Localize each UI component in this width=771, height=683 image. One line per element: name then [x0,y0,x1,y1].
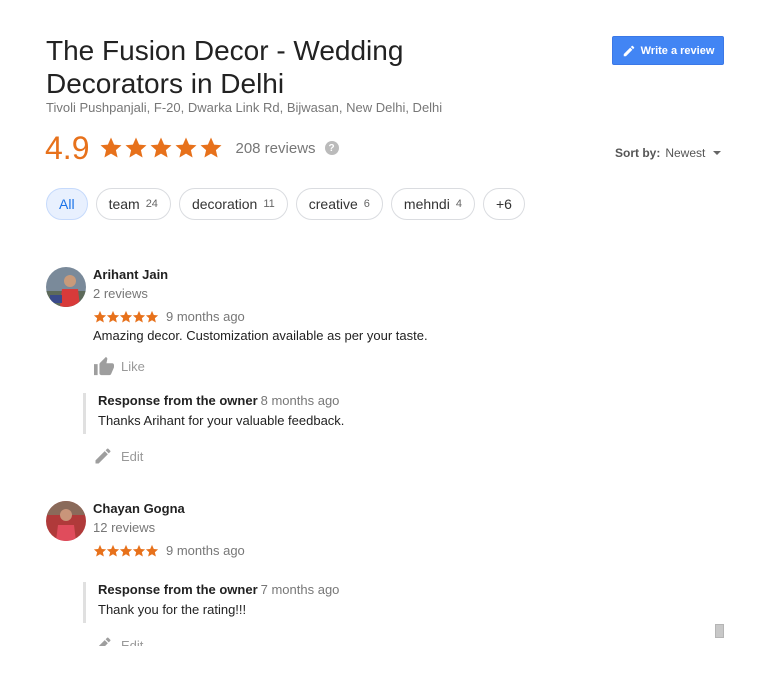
edit-label: Edit [121,448,144,464]
star-icon [145,544,159,557]
star-icon [200,137,222,158]
reviewer-name[interactable]: Chayan Gogna [93,501,713,516]
review-stars [93,310,159,324]
star-icon [150,137,172,158]
write-review-button[interactable]: Write a review [612,36,724,65]
star-icon [106,310,120,323]
place-title: The Fusion Decor - Wedding Decorators in… [46,35,404,99]
star-icon [93,310,107,323]
chip-count: 24 [145,198,158,210]
owner-response-title: Response from the owner [98,393,258,408]
rating-stars [99,136,223,160]
review-time: 9 months ago [166,309,245,324]
star-icon [132,544,146,557]
chip-label: All [59,196,75,212]
star-icon [119,310,133,323]
reviewer-review-count: 2 reviews [93,286,148,301]
chip-all[interactable]: All [46,188,88,220]
caret-down-icon [713,151,722,155]
owner-response-text: Thank you for the rating!!! [98,602,247,617]
owner-response-time: 7 months ago [260,582,340,597]
rating-summary: 4.9 208 reviews ? [45,130,339,166]
edit-response-button[interactable]: Edit [93,446,713,466]
star-icon [125,137,147,158]
scrollbar-thumb[interactable] [715,624,724,638]
list-cutoff [0,646,771,683]
star-icon [132,310,146,323]
owner-response-text: Thanks Arihant for your valuable feedbac… [98,413,345,428]
chip-label: +6 [495,196,512,212]
owner-response-time: 8 months ago [260,393,340,408]
chip-team[interactable]: team 24 [95,188,171,220]
like-button[interactable]: Like [93,356,713,376]
sort-value: Newest [665,146,706,160]
star-icon [100,137,122,158]
write-review-label: Write a review [640,44,715,57]
chip-label: mehndi [403,196,450,212]
rating-value: 4.9 [45,129,90,166]
owner-response: Response from the owner 8 months ago Than… [83,393,713,434]
review-text: Amazing decor. Customization available a… [93,328,428,343]
help-icon[interactable]: ? [324,141,339,155]
avatar[interactable] [46,501,86,541]
thumbs-up-icon [94,356,114,376]
sort-dropdown[interactable]: Sort by: Newest [615,146,722,160]
star-icon [175,137,197,158]
chip-count: 4 [455,198,462,210]
chip-count: 6 [363,198,370,210]
chip-label: creative [308,196,358,212]
star-icon [106,544,120,557]
star-icon [93,544,107,557]
review-time: 9 months ago [166,543,245,558]
star-icon [119,544,133,557]
chip-mehndi[interactable]: mehndi 4 [390,188,475,220]
sort-label: Sort by: [615,146,661,160]
pencil-icon [95,448,111,464]
review-count[interactable]: 208 reviews [235,140,315,157]
owner-response-title: Response from the owner [98,582,258,597]
reviewer-review-count: 12 reviews [93,520,156,535]
pencil-icon [623,45,634,56]
review-stars [93,544,159,558]
like-label: Like [121,358,145,374]
place-address: Tivoli Pushpanjali, F-20, Dwarka Link Rd… [46,100,443,115]
chip-decoration[interactable]: decoration 11 [178,188,288,220]
reviewer-name[interactable]: Arihant Jain [93,267,713,282]
avatar[interactable] [46,267,86,307]
chip-more[interactable]: +6 [482,188,525,220]
star-icon [145,310,159,323]
chip-label: team [108,196,140,212]
chip-count: 11 [263,198,275,210]
topic-filter-chips: All team 24 decoration 11 creative 6 meh… [46,188,525,220]
chip-creative[interactable]: creative 6 [295,188,383,220]
chip-label: decoration [191,196,258,212]
owner-response: Response from the owner 7 months ago Than… [83,582,713,623]
